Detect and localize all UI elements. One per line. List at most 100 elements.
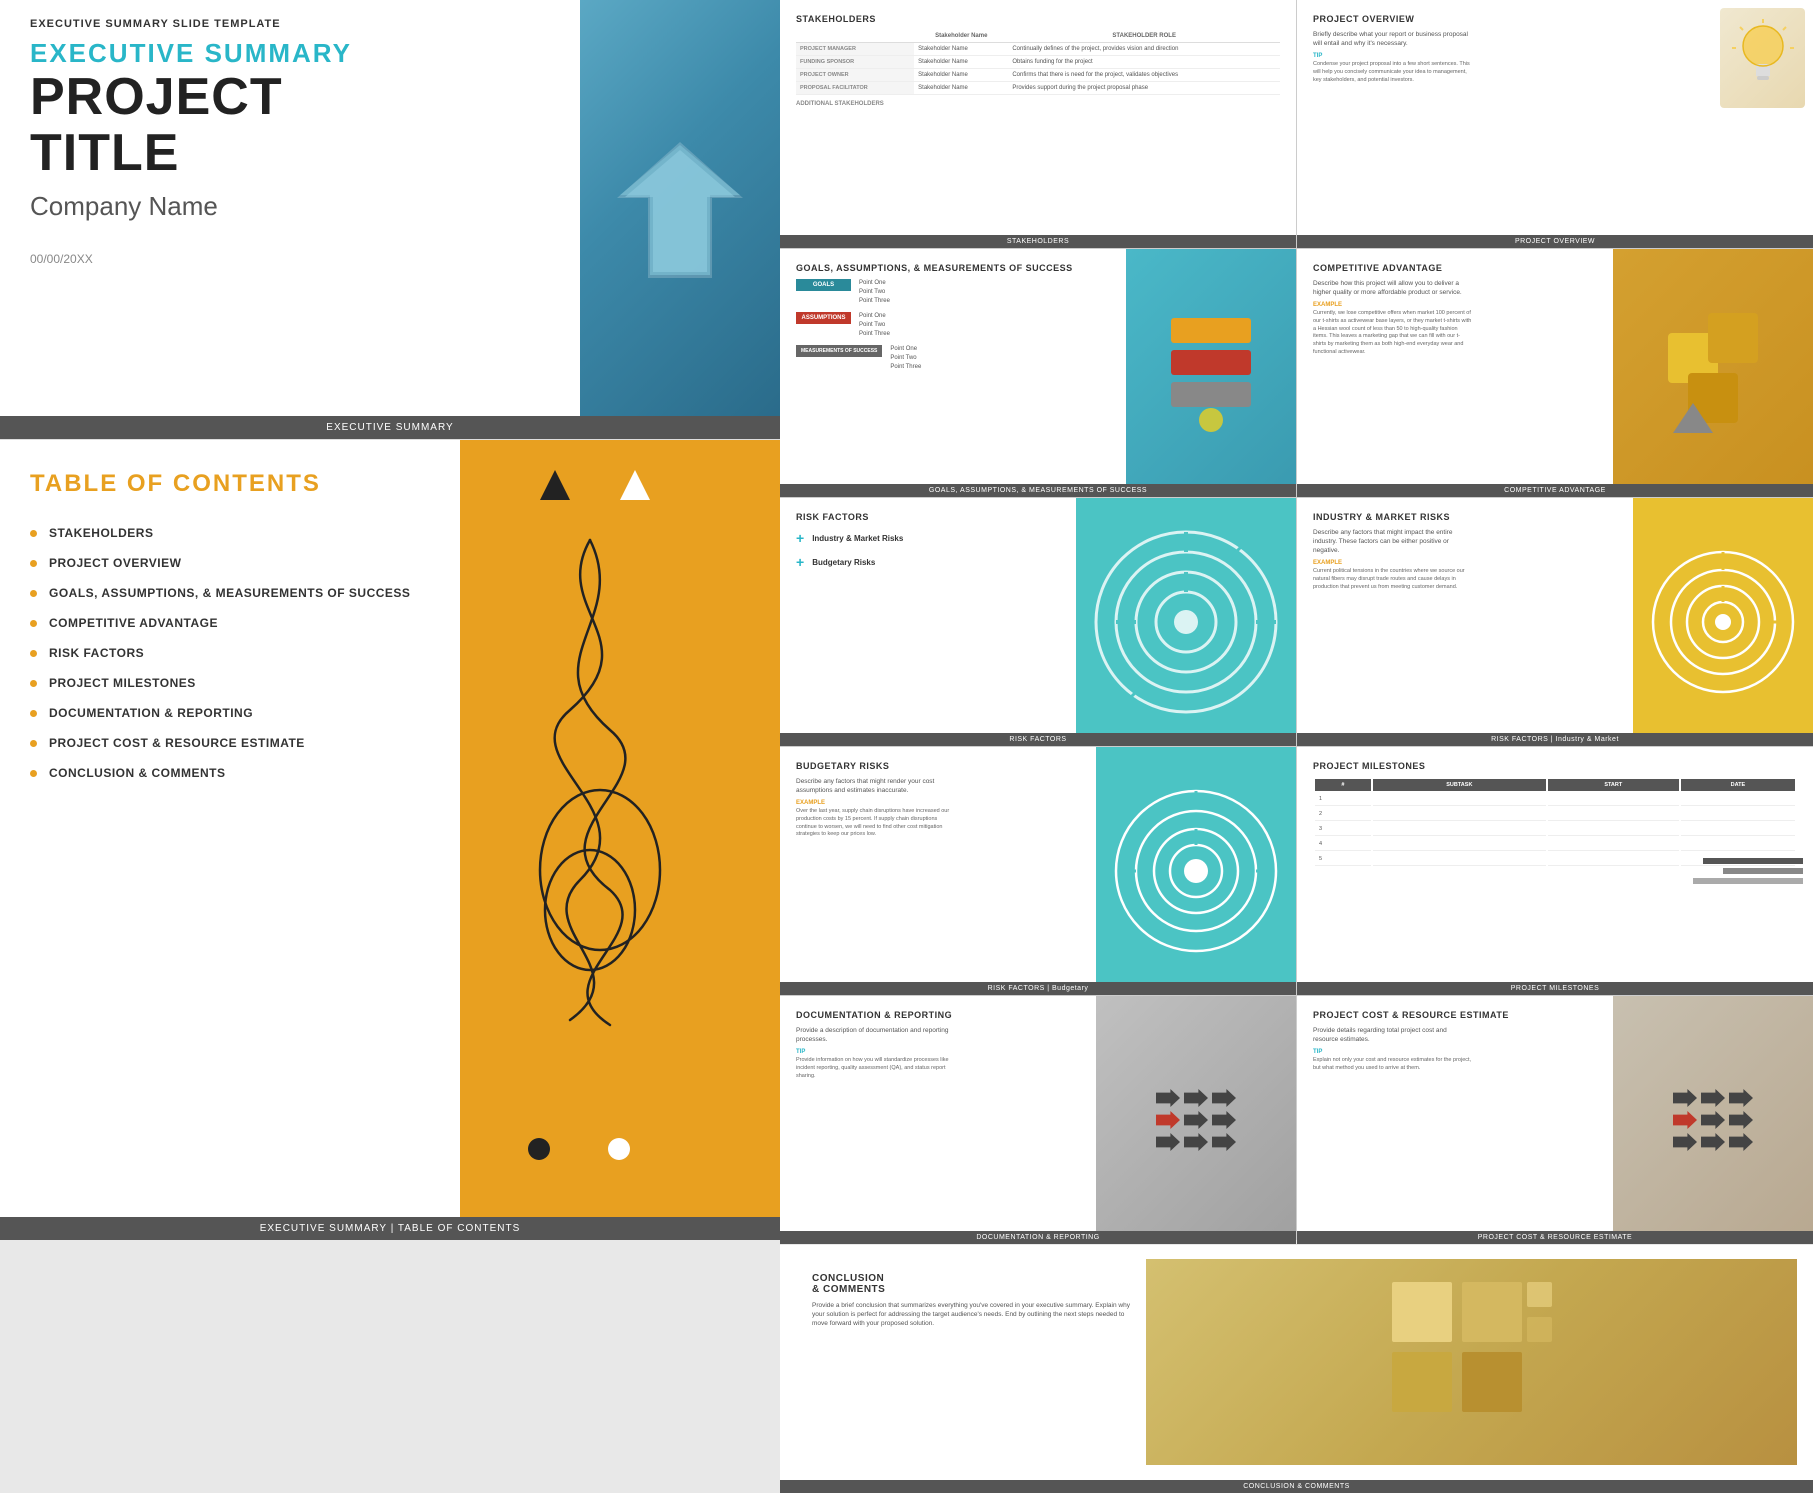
tip-body: Condense your project proposal into a fe… bbox=[1313, 61, 1473, 84]
conclusion-slide: CONCLUSION& COMMENTS Provide a brief con… bbox=[780, 1245, 1813, 1493]
hero-arrow-image bbox=[580, 0, 780, 420]
competitive-graphic bbox=[1653, 293, 1773, 453]
goals-points: Point OnePoint TwoPoint Three bbox=[859, 279, 890, 306]
arrows-grid bbox=[1146, 1079, 1246, 1161]
competitive-advantage-slide: COMPETITIVE ADVANTAGE Describe how this … bbox=[1297, 249, 1813, 497]
table-row: 1 bbox=[1315, 793, 1795, 806]
goals-slide: GOALS, ASSUMPTIONS, & MEASUREMENTS OF SU… bbox=[780, 249, 1296, 497]
toc-bullet-icon bbox=[30, 650, 37, 657]
conclusion-title: CONCLUSION& COMMENTS bbox=[812, 1273, 1130, 1295]
cost-arrows-grid bbox=[1663, 1079, 1763, 1161]
documentation-image bbox=[1096, 996, 1296, 1244]
goals-graphic bbox=[1161, 308, 1261, 438]
maze-icon bbox=[1086, 512, 1286, 732]
goals-footer: GOALS, ASSUMPTIONS, & MEASUREMENTS OF SU… bbox=[780, 484, 1296, 497]
lightbulb-image bbox=[1720, 8, 1805, 108]
industry-maze-icon bbox=[1643, 522, 1803, 722]
arrow-icon bbox=[1701, 1133, 1725, 1151]
project-milestones-title: PROJECT MILESTONES bbox=[1313, 761, 1797, 771]
project-overview-footer: PROJECT OVERVIEW bbox=[1297, 235, 1813, 248]
toc-item-goals: GOALS, ASSUMPTIONS, & MEASUREMENTS OF SU… bbox=[30, 578, 430, 608]
toc-bullet-icon bbox=[30, 740, 37, 747]
measurements-badge: MEASUREMENTS OF SUCCESS bbox=[796, 345, 882, 357]
arrow-icon bbox=[1701, 1089, 1725, 1107]
table-row: PROJECT MANAGER Stakeholder Name Continu… bbox=[796, 43, 1280, 56]
table-row: FUNDING SPONSOR Stakeholder Name Obtains… bbox=[796, 56, 1280, 69]
project-cost-body: Provide details regarding total project … bbox=[1313, 1026, 1473, 1044]
conclusion-body: Provide a brief conclusion that summariz… bbox=[812, 1301, 1130, 1328]
example-body: Current political tensions in the countr… bbox=[1313, 568, 1473, 591]
toc-item-milestones: PROJECT MILESTONES bbox=[30, 668, 430, 698]
project-milestones-slide: PROJECT MILESTONES # SUBTASK START DATE … bbox=[1297, 747, 1813, 995]
risk-item-label: Budgetary Risks bbox=[812, 558, 875, 567]
industry-market-image bbox=[1633, 498, 1813, 746]
arrow-red-icon bbox=[1156, 1111, 1180, 1129]
goals-image-area bbox=[1126, 249, 1296, 497]
toc-bullet-icon bbox=[30, 770, 37, 777]
arrow-icon bbox=[1673, 1089, 1697, 1107]
tip-label: TIP bbox=[796, 1049, 956, 1055]
arrow-icon bbox=[1701, 1111, 1725, 1129]
arrow-red-icon bbox=[1673, 1111, 1697, 1129]
toc-slide: TABLE OF CONTENTS STAKEHOLDERS PROJECT O… bbox=[0, 440, 780, 1240]
budgetary-body: Describe any factors that might render y… bbox=[796, 777, 956, 795]
stakeholders-title: STAKEHOLDERS bbox=[796, 14, 1280, 24]
project-overview-slide: PROJECT OVERVIEW Briefly describe what y… bbox=[1297, 0, 1813, 248]
stakeholders-footer: STAKEHOLDERS bbox=[780, 235, 1296, 248]
arrow-icon bbox=[1184, 1089, 1208, 1107]
toc-bullet-icon bbox=[30, 530, 37, 537]
budgetary-maze-icon bbox=[1106, 761, 1286, 981]
risk-plus-icon: + bbox=[796, 530, 804, 546]
budgetary-image bbox=[1096, 747, 1296, 995]
assumptions-badge: ASSUMPTIONS bbox=[796, 312, 851, 324]
stakeholders-slide: STAKEHOLDERS Stakeholder Name STAKEHOLDE… bbox=[780, 0, 1296, 248]
tip-body: Provide information on how you will stan… bbox=[796, 1057, 956, 1080]
conclusion-puzzle-graphic bbox=[1372, 1262, 1572, 1462]
toc-bullet-icon bbox=[30, 560, 37, 567]
main-layout: EXECUTIVE SUMMARY SLIDE TEMPLATE EXECUTI… bbox=[0, 0, 1813, 1240]
stakeholders-table: Stakeholder Name STAKEHOLDER ROLE PROJEC… bbox=[796, 30, 1280, 95]
maze-image-area bbox=[1076, 498, 1296, 746]
budgetary-risks-slide: BUDGETARY RISKS Describe any factors tha… bbox=[780, 747, 1296, 995]
example-label: EXAMPLE bbox=[1313, 560, 1473, 566]
toc-item-competitive: COMPETITIVE ADVANTAGE bbox=[30, 608, 430, 638]
arrow-icon bbox=[1212, 1133, 1236, 1151]
toc-left-panel: TABLE OF CONTENTS STAKEHOLDERS PROJECT O… bbox=[0, 440, 460, 1240]
executive-summary-slide: EXECUTIVE SUMMARY SLIDE TEMPLATE EXECUTI… bbox=[0, 0, 780, 440]
toc-title: TABLE OF CONTENTS bbox=[30, 470, 430, 498]
arrow-icon bbox=[1729, 1089, 1753, 1107]
measurements-points: Point OnePoint TwoPoint Three bbox=[890, 345, 921, 372]
toc-bullet-icon bbox=[30, 710, 37, 717]
toc-item-project-overview: PROJECT OVERVIEW bbox=[30, 548, 430, 578]
toc-item-cost: PROJECT COST & RESOURCE ESTIMATE bbox=[30, 728, 430, 758]
arrow-icon bbox=[1673, 1133, 1697, 1151]
risk-factors-footer: RISK FACTORS bbox=[780, 733, 1296, 746]
arrow-icon bbox=[1156, 1133, 1180, 1151]
right-column: STAKEHOLDERS Stakeholder Name STAKEHOLDE… bbox=[780, 0, 1813, 1240]
circle-black-icon bbox=[528, 1138, 550, 1160]
example-body: Currently, we lose competitive offers wh… bbox=[1313, 310, 1473, 356]
competitive-body: Describe how this project will allow you… bbox=[1313, 279, 1473, 297]
documentation-reporting-slide: DOCUMENTATION & REPORTING Provide a desc… bbox=[780, 996, 1296, 1244]
left-column: EXECUTIVE SUMMARY SLIDE TEMPLATE EXECUTI… bbox=[0, 0, 780, 1240]
toc-item-stakeholders: STAKEHOLDERS bbox=[30, 518, 430, 548]
project-cost-footer: PROJECT COST & RESOURCE ESTIMATE bbox=[1297, 1231, 1813, 1244]
tip-label: TIP bbox=[1313, 1049, 1473, 1055]
arrow-icon bbox=[1184, 1133, 1208, 1151]
risk-factors-slide: RISK FACTORS + Industry & Market Risks +… bbox=[780, 498, 1296, 746]
industry-market-risks-slide: INDUSTRY & MARKET RISKS Describe any fac… bbox=[1297, 498, 1813, 746]
assumptions-points: Point OnePoint TwoPoint Three bbox=[859, 312, 890, 339]
toc-item-conclusion: CONCLUSION & COMMENTS bbox=[30, 758, 430, 788]
toc-bullet-icon bbox=[30, 620, 37, 627]
goals-badge: GOALS bbox=[796, 279, 851, 291]
arrow-icon bbox=[1212, 1089, 1236, 1107]
additional-stakeholders-label: ADDITIONAL STAKEHOLDERS bbox=[796, 101, 1280, 107]
arrow-icon bbox=[1212, 1111, 1236, 1129]
conclusion-footer: CONCLUSION & COMMENTS bbox=[780, 1480, 1813, 1493]
arrow-icon bbox=[1729, 1111, 1753, 1129]
milestones-footer: PROJECT MILESTONES bbox=[1297, 982, 1813, 995]
risk-plus-icon: + bbox=[796, 554, 804, 570]
example-body: Over the last year, supply chain disrupt… bbox=[796, 808, 956, 839]
project-overview-body: Briefly describe what your report or bus… bbox=[1313, 30, 1473, 48]
circle-white-icon bbox=[608, 1138, 630, 1160]
